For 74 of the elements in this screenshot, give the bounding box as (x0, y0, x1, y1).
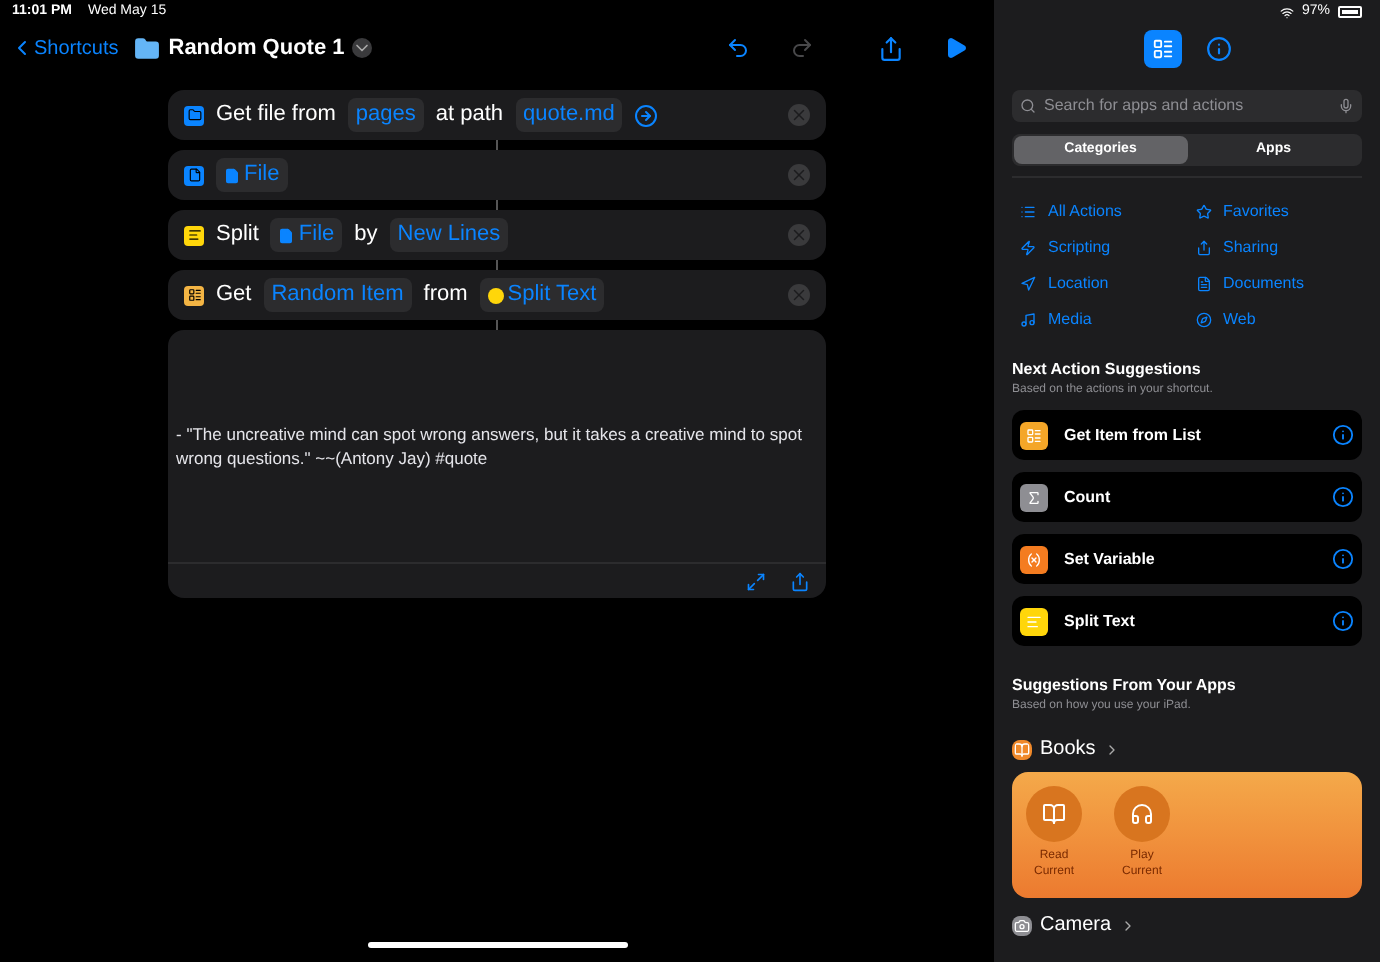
dropdown-icon[interactable] (352, 38, 373, 58)
book-icon (1042, 802, 1066, 826)
camera-icon (1012, 915, 1032, 935)
suggestion-row[interactable]: Split Text (1012, 596, 1362, 646)
action-card[interactable]: Get file from pages at path quote.md (168, 90, 826, 140)
category-link[interactable]: All Actions (1012, 198, 1187, 224)
action-text: from (423, 280, 468, 311)
shortcut-title[interactable]: Random Quote 1 (168, 31, 345, 65)
category-icon (1020, 311, 1036, 327)
share-icon[interactable] (878, 35, 904, 61)
file-icon (224, 167, 240, 183)
run-icon[interactable] (944, 36, 968, 60)
suggestion-label: Count (1064, 485, 1113, 509)
category-icon (1195, 239, 1211, 255)
section-title: Next Action Suggestions (1012, 358, 1203, 382)
variable-token[interactable]: File (270, 218, 343, 252)
action-text: by (354, 220, 378, 251)
action-card[interactable]: File (168, 150, 826, 200)
microphone-icon[interactable] (1338, 98, 1354, 114)
info-icon[interactable] (1332, 486, 1354, 508)
action-text: Get (216, 280, 252, 311)
file-icon (278, 227, 295, 243)
undo-icon[interactable] (726, 36, 750, 60)
battery-icon (1338, 6, 1362, 18)
suggestion-row[interactable]: Set Variable (1012, 534, 1362, 584)
action-card[interactable]: Get Random Item from Split Text (168, 270, 826, 320)
section-title: Suggestions From Your Apps (1012, 674, 1238, 698)
category-link[interactable]: Location (1012, 270, 1187, 296)
book-icon (1012, 739, 1032, 759)
suggestion-row[interactable]: Get Item from List (1012, 410, 1362, 460)
search-icon (1020, 98, 1036, 114)
app-header[interactable]: Camera (1012, 910, 1362, 940)
variable-token[interactable]: File (216, 158, 288, 192)
search-bar[interactable]: Search for apps and actions (1012, 90, 1362, 122)
info-icon[interactable] (1332, 424, 1354, 446)
category-icon (1020, 275, 1036, 291)
category-link[interactable]: Media (1012, 306, 1187, 332)
category-link[interactable]: Web (1187, 306, 1362, 332)
parameter-token[interactable]: Random Item (263, 278, 412, 312)
action-card[interactable]: Split File by New Lines (168, 210, 826, 260)
category-link[interactable]: Documents (1187, 270, 1362, 296)
suggestion-label: Get Item from List (1064, 423, 1203, 447)
suggestion-label: Set Variable (1064, 547, 1157, 571)
output-text: - "The uncreative mind can spot wrong answers, but it takes a creative mind to spot wrong questions." ~~(Antony Jay) #quote (176, 422, 804, 470)
parameter-token[interactable]: quote.md (515, 98, 623, 132)
category-icon (1195, 275, 1211, 291)
info-icon[interactable] (1332, 610, 1354, 632)
category-link[interactable]: Favorites (1187, 198, 1362, 224)
category-icon (1195, 203, 1211, 219)
wifi-icon (1279, 5, 1294, 19)
list-icon (1151, 37, 1173, 59)
parameter-token[interactable]: pages (347, 98, 424, 132)
share-icon[interactable] (790, 571, 810, 591)
headphones-icon (1130, 802, 1154, 826)
info-icon[interactable] (1205, 35, 1231, 61)
action-text: Get file from (216, 100, 336, 131)
search-field[interactable]: Search for apps and actions (1044, 94, 1330, 118)
back-button[interactable]: Shortcuts (10, 33, 119, 63)
category-icon (1020, 203, 1036, 219)
category-link[interactable]: Scripting (1012, 234, 1187, 260)
action-library-tab[interactable] (1143, 29, 1181, 67)
suggestion-row[interactable]: Count (1012, 472, 1362, 522)
category-link[interactable]: Sharing (1187, 234, 1362, 260)
suggestion-label: Split Text (1064, 609, 1137, 633)
expand-icon[interactable] (746, 571, 766, 591)
category-icon (1195, 311, 1211, 327)
folder-icon (134, 35, 161, 61)
action-text: Split (216, 220, 259, 251)
app-header[interactable]: Books (1012, 734, 1362, 764)
info-icon[interactable] (1332, 548, 1354, 570)
parameter-token[interactable]: New Lines (389, 218, 509, 252)
category-icon (1020, 239, 1036, 255)
action-text: at path (435, 100, 504, 131)
variable-token[interactable]: Split Text (479, 278, 605, 312)
